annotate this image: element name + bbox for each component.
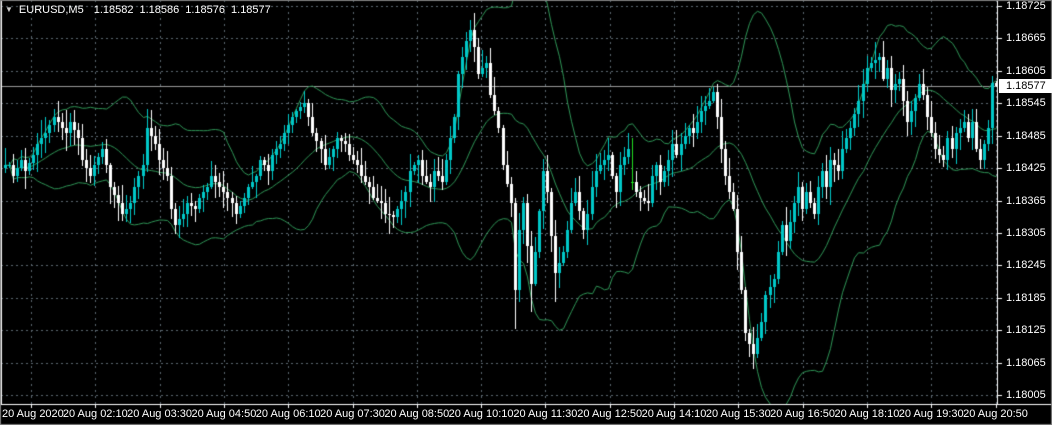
price-axis-label: 1.18425 — [1006, 162, 1046, 175]
price-scale[interactable]: 1.18725 1.18665 1.18605 1.18545 1.18485 1.184… — [999, 0, 1052, 404]
ohlc-low-value: 1.18576 — [185, 4, 226, 16]
time-axis-label: 20 Aug 11:30 — [513, 408, 578, 420]
time-scale[interactable]: 20 Aug 2020 20 Aug 02:10 20 Aug 03:30 20 Au… — [0, 405, 1052, 425]
time-axis-label: 20 Aug 12:50 — [577, 408, 643, 420]
symbol-header: ▼ EURUSD,M5 1.18582 1.18586 1.18576 1.18577 — [5, 3, 277, 17]
time-axis-label: 20 Aug 20:50 — [963, 408, 1028, 420]
chart-window: ▼ EURUSD,M5 1.18582 1.18586 1.18576 1.18577 1… — [0, 0, 1052, 425]
current-price-tag: 1.18577 — [999, 78, 1052, 93]
time-axis-label: 20 Aug 02:10 — [62, 408, 128, 420]
price-axis-label: 1.18605 — [1006, 64, 1046, 77]
time-axis-label: 20 Aug 2020 — [2, 408, 64, 420]
time-axis-label: 20 Aug 04:50 — [191, 408, 257, 420]
time-axis-label: 20 Aug 19:30 — [898, 408, 964, 420]
chart-canvas[interactable] — [0, 0, 1052, 425]
time-axis-label: 20 Aug 08:50 — [384, 408, 450, 420]
price-axis-label: 1.18365 — [1006, 194, 1046, 207]
price-axis-label: 1.18305 — [1006, 226, 1046, 239]
price-axis-label: 1.18185 — [1006, 291, 1046, 304]
time-axis-label: 20 Aug 14:10 — [641, 408, 707, 420]
price-axis-label: 1.18545 — [1006, 97, 1046, 110]
price-axis-label: 1.18485 — [1006, 129, 1046, 142]
time-axis-label: 20 Aug 07:30 — [320, 408, 385, 420]
time-axis-label: 20 Aug 18:10 — [834, 408, 900, 420]
time-axis-label: 20 Aug 16:50 — [770, 408, 836, 420]
price-axis-label: 1.18245 — [1006, 259, 1046, 272]
time-axis-label: 20 Aug 03:30 — [127, 408, 193, 420]
time-axis-label: 20 Aug 06:10 — [255, 408, 321, 420]
symbol-timeframe-label: EURUSD,M5 — [18, 4, 84, 16]
time-axis-label: 20 Aug 15:30 — [705, 408, 771, 420]
price-axis-label: 1.18065 — [1006, 356, 1046, 369]
time-axis-label: 20 Aug 10:10 — [448, 408, 514, 420]
ohlc-high-value: 1.18586 — [139, 4, 180, 16]
price-axis-label: 1.18725 — [1006, 0, 1046, 12]
expander-icon[interactable]: ▼ — [5, 5, 13, 14]
ohlc-close-value: 1.18577 — [231, 4, 271, 16]
price-axis-label: 1.18005 — [1006, 389, 1046, 401]
price-axis-label: 1.18665 — [1006, 32, 1046, 45]
ohlc-open-value: 1.18582 — [93, 4, 134, 16]
price-axis-label: 1.18125 — [1006, 324, 1046, 337]
